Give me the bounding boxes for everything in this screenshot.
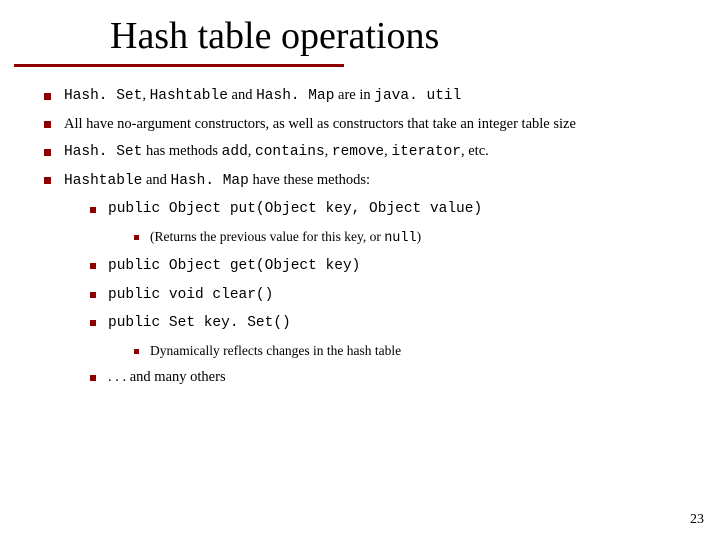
accent-bar bbox=[14, 64, 344, 67]
bullet-item: (Returns the previous value for this key… bbox=[130, 228, 692, 248]
bullet-item: public void clear() bbox=[86, 285, 692, 306]
bullet-text: Hash. Set has methods add, contains, rem… bbox=[64, 143, 489, 159]
bullet-text: All have no-argument constructors, as we… bbox=[64, 116, 576, 132]
bullet-item: Hash. Set, Hashtable and Hash. Map are i… bbox=[40, 86, 692, 107]
bullet-item: All have no-argument constructors, as we… bbox=[40, 115, 692, 135]
bullet-text: Dynamically reflects changes in the hash… bbox=[150, 343, 401, 358]
bullet-text: public Object put(Object key, Object val… bbox=[108, 200, 482, 216]
content-area: Hash. Set, Hashtable and Hash. Map are i… bbox=[0, 58, 720, 388]
bullet-item: public Object put(Object key, Object val… bbox=[86, 199, 692, 248]
bullet-list: Hash. Set, Hashtable and Hash. Map are i… bbox=[40, 86, 692, 388]
bullet-text: public Set key. Set() bbox=[108, 314, 291, 330]
bullet-item: public Object get(Object key) bbox=[86, 256, 692, 277]
bullet-item: Hash. Set has methods add, contains, rem… bbox=[40, 142, 692, 163]
bullet-item: Hashtable and Hash. Map have these metho… bbox=[40, 171, 692, 388]
bullet-item: Dynamically reflects changes in the hash… bbox=[130, 342, 692, 360]
bullet-sublist: Dynamically reflects changes in the hash… bbox=[108, 342, 692, 360]
bullet-text: Hashtable and Hash. Map have these metho… bbox=[64, 172, 370, 188]
title-area: Hash table operations bbox=[0, 0, 720, 58]
page-number: 23 bbox=[690, 512, 704, 528]
bullet-sublist: public Object put(Object key, Object val… bbox=[64, 199, 692, 387]
bullet-text: (Returns the previous value for this key… bbox=[150, 229, 421, 244]
bullet-text: public void clear() bbox=[108, 286, 273, 302]
bullet-text: public Object get(Object key) bbox=[108, 257, 360, 273]
slide-title: Hash table operations bbox=[110, 14, 720, 58]
bullet-sublist: (Returns the previous value for this key… bbox=[108, 228, 692, 248]
bullet-item: public Set key. Set() Dynamically reflect… bbox=[86, 313, 692, 360]
bullet-text: Hash. Set, Hashtable and Hash. Map are i… bbox=[64, 87, 461, 103]
bullet-text: . . . and many others bbox=[108, 369, 226, 385]
bullet-item: . . . and many others bbox=[86, 368, 692, 388]
